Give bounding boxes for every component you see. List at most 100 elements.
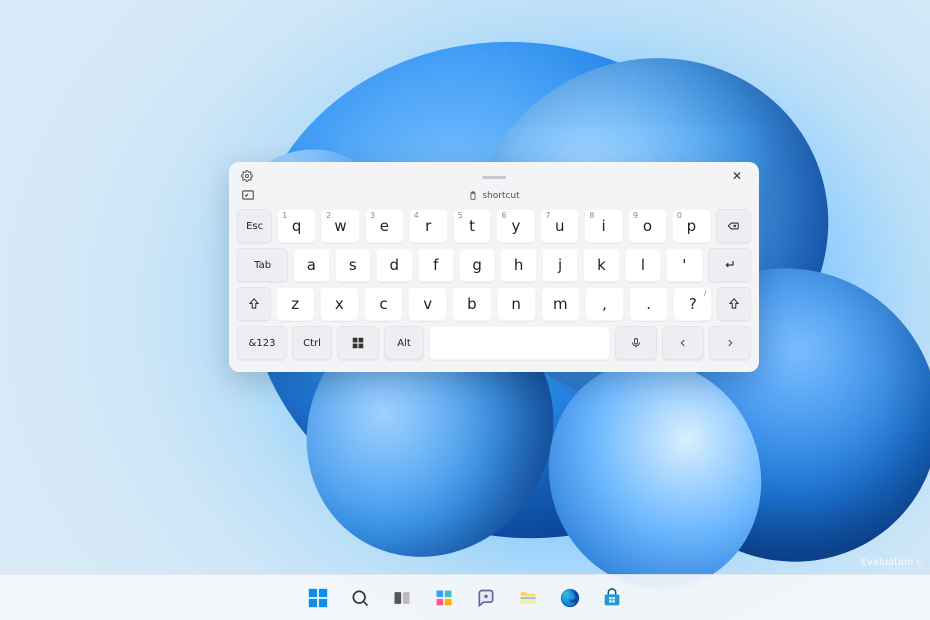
drag-handle-icon[interactable]: [482, 176, 506, 179]
taskbar-widgets[interactable]: [427, 581, 461, 615]
key-n[interactable]: n: [497, 287, 536, 321]
key-x[interactable]: x: [320, 287, 359, 321]
key-u[interactable]: 7u: [540, 209, 579, 243]
key-comma[interactable]: ,: [585, 287, 624, 321]
key-label: u: [555, 217, 565, 235]
key-e[interactable]: 3e: [365, 209, 404, 243]
key-label: n: [511, 295, 521, 313]
key-backspace[interactable]: [716, 209, 751, 243]
suggestion-text[interactable]: shortcut: [482, 191, 519, 201]
taskbar-chat[interactable]: [469, 581, 503, 615]
windows-icon: [307, 587, 329, 609]
taskbar-file-explorer[interactable]: [511, 581, 545, 615]
key-label: e: [380, 217, 389, 235]
key-label: r: [425, 217, 431, 235]
key-z[interactable]: z: [276, 287, 315, 321]
key-label: k: [597, 256, 606, 274]
key-label: i: [602, 217, 606, 235]
key-label: x: [335, 295, 344, 313]
key-period[interactable]: .: [629, 287, 668, 321]
key-a[interactable]: a: [293, 248, 329, 282]
gear-icon[interactable]: [241, 170, 253, 182]
key-label: m: [553, 295, 568, 313]
key-space[interactable]: [429, 326, 610, 360]
key-label: q: [292, 217, 302, 235]
key-apostrophe[interactable]: ': [666, 248, 702, 282]
key-question[interactable]: / ?: [673, 287, 712, 321]
key-superscript: 8: [589, 211, 594, 220]
key-c[interactable]: c: [364, 287, 403, 321]
file-explorer-icon: [517, 588, 539, 608]
key-y[interactable]: 6y: [496, 209, 535, 243]
key-b[interactable]: b: [452, 287, 491, 321]
key-numsym[interactable]: &123: [237, 326, 287, 360]
key-f[interactable]: f: [418, 248, 454, 282]
key-v[interactable]: v: [408, 287, 447, 321]
key-h[interactable]: h: [500, 248, 536, 282]
taskbar-store[interactable]: [595, 581, 629, 615]
key-dictation[interactable]: [615, 326, 657, 360]
key-j[interactable]: j: [542, 248, 578, 282]
key-label: p: [687, 217, 697, 235]
key-ctrl[interactable]: Ctrl: [292, 326, 332, 360]
key-superscript: 9: [633, 211, 638, 220]
key-label: j: [558, 256, 562, 274]
taskbar-start[interactable]: [301, 581, 335, 615]
search-icon: [350, 588, 370, 608]
keyboard-rows: Esc 1q2w3e4r5t6y7u8i9o0p Tab asdfghjkl ': [237, 209, 751, 360]
key-s[interactable]: s: [335, 248, 371, 282]
key-o[interactable]: 9o: [628, 209, 667, 243]
key-tab[interactable]: Tab: [237, 248, 288, 282]
key-l[interactable]: l: [625, 248, 661, 282]
key-enter[interactable]: [708, 248, 751, 282]
key-m[interactable]: m: [541, 287, 580, 321]
taskbar: [0, 574, 930, 620]
key-cursor-left[interactable]: [662, 326, 704, 360]
key-g[interactable]: g: [459, 248, 495, 282]
key-superscript: 1: [282, 211, 287, 220]
key-shift-right[interactable]: [717, 287, 751, 321]
key-esc[interactable]: Esc: [237, 209, 272, 243]
desktop: Evaluation c ✕ shortcut: [0, 0, 930, 620]
taskbar-edge[interactable]: [553, 581, 587, 615]
keyboard-titlebar[interactable]: ✕: [237, 168, 751, 186]
key-p[interactable]: 0p: [672, 209, 711, 243]
key-label: z: [291, 295, 299, 313]
clipboard-icon: [468, 191, 478, 201]
key-i[interactable]: 8i: [584, 209, 623, 243]
key-t[interactable]: 5t: [453, 209, 492, 243]
windows-icon: [351, 336, 365, 350]
suggestion-bar: shortcut: [237, 186, 751, 206]
chevron-left-icon: [678, 337, 688, 349]
enter-icon: [720, 257, 738, 273]
chat-icon: [476, 588, 496, 608]
shift-icon: [727, 297, 741, 311]
close-icon[interactable]: ✕: [729, 168, 745, 184]
task-view-icon: [392, 588, 412, 608]
key-w[interactable]: 2w: [321, 209, 360, 243]
key-d[interactable]: d: [376, 248, 412, 282]
taskbar-search[interactable]: [343, 581, 377, 615]
key-label: y: [511, 217, 520, 235]
key-shift-left[interactable]: [237, 287, 271, 321]
key-label: c: [379, 295, 387, 313]
key-label: h: [514, 256, 524, 274]
key-cursor-right[interactable]: [709, 326, 751, 360]
key-q[interactable]: 1q: [277, 209, 316, 243]
key-label: w: [334, 217, 346, 235]
input-mode-icon[interactable]: [241, 188, 255, 202]
key-superscript: 6: [501, 211, 506, 220]
key-label: g: [472, 256, 482, 274]
key-k[interactable]: k: [583, 248, 619, 282]
key-alt[interactable]: Alt: [384, 326, 424, 360]
key-r[interactable]: 4r: [409, 209, 448, 243]
key-superscript: 7: [545, 211, 550, 220]
touch-keyboard: ✕ shortcut Esc 1q2w3e4r5t6y7u8i9o0p: [229, 162, 759, 372]
key-label: b: [467, 295, 477, 313]
key-label: o: [643, 217, 652, 235]
evaluation-watermark: Evaluation c: [861, 557, 922, 568]
key-windows[interactable]: [337, 326, 379, 360]
microphone-icon: [630, 336, 642, 350]
taskbar-task-view[interactable]: [385, 581, 419, 615]
edge-icon: [559, 587, 581, 609]
